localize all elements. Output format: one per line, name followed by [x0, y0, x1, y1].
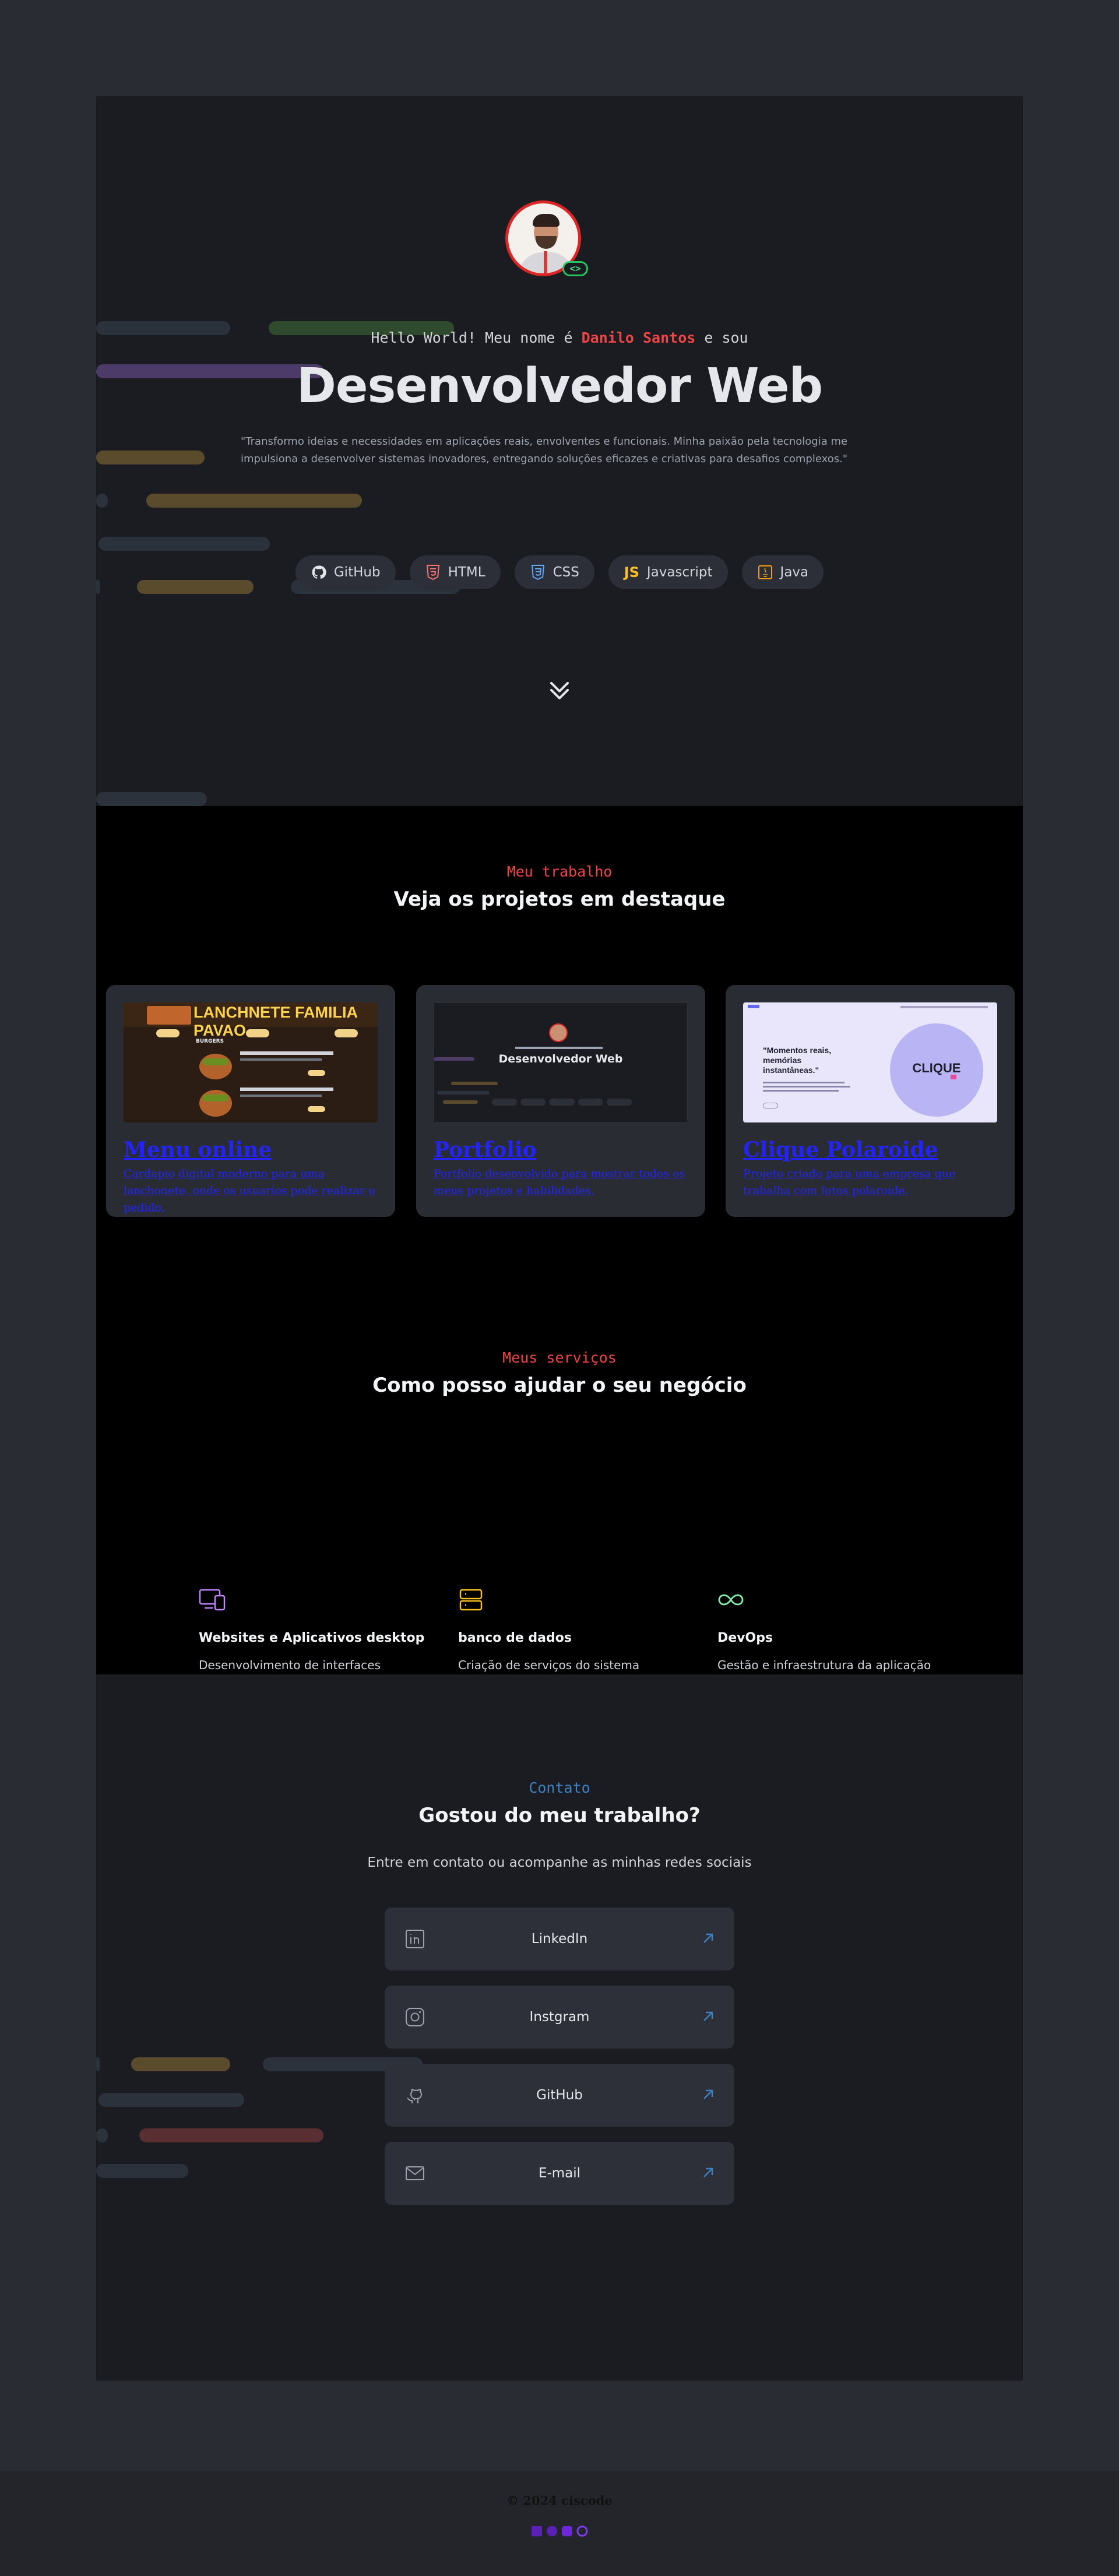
projects-heading: Veja os projetos em destaque [393, 888, 726, 911]
javascript-icon: JS [624, 564, 639, 580]
developer-name: Danilo Santos [581, 329, 696, 346]
contact-eyebrow: Contato [529, 1779, 590, 1796]
service-database: banco de dados Criação de serviços do si… [458, 1589, 691, 1672]
scroll-down-icon[interactable] [545, 675, 574, 705]
contact-github-button[interactable]: GitHub [385, 2064, 734, 2127]
external-arrow-icon [701, 1931, 716, 1946]
code-badge: <> [562, 261, 588, 276]
external-arrow-icon [701, 2165, 716, 2180]
tech-chips: GitHub HTML CSS JS Javascript Java [96, 555, 1023, 589]
thumb-clique-tagline: "Momentos reais, memórias instantâneas." [763, 1046, 832, 1075]
service-devops: DevOps Gestão e infraestrutura da aplica… [717, 1589, 951, 1672]
chip-javascript[interactable]: JS Javascript [608, 555, 728, 589]
service-title: banco de dados [458, 1631, 572, 1645]
contact-link-label: E-mail [538, 2166, 581, 2181]
footer-github-icon[interactable] [546, 2525, 558, 2538]
project-title[interactable]: Portfolio [434, 1138, 537, 1162]
contact-email-button[interactable]: E-mail [385, 2142, 734, 2205]
server-icon [458, 1589, 485, 1611]
greeting-suffix: e sou [695, 329, 748, 346]
chip-java[interactable]: Java [741, 555, 824, 589]
contact-link-label: Instgram [529, 2010, 590, 2025]
hero-section: <> Hello World! Meu nome é Danilo Santos… [96, 96, 1023, 806]
devices-icon [199, 1589, 226, 1611]
page-frame: <> Hello World! Meu nome é Danilo Santos… [96, 96, 1023, 2381]
project-title[interactable]: Menu online [124, 1138, 272, 1162]
footer-social-icons [0, 2525, 1119, 2538]
hero-quote: "Transformo ideias e necessidades em apl… [241, 435, 848, 465]
contact-heading: Gostou do meu trabalho? [418, 1804, 701, 1827]
project-card-portfolio[interactable]: Desenvolvedor Web Portfolio Portfolio de… [416, 985, 705, 1217]
hero-title: Desenvolvedor Web [296, 358, 823, 414]
projects-section: Meu trabalho Veja os projetos em destaqu… [96, 806, 1023, 1674]
service-websites: Websites e Aplicativos desktop Desenvolv… [199, 1589, 432, 1672]
external-arrow-icon [701, 2009, 716, 2024]
chip-label: Java [780, 565, 809, 580]
chip-label: Javascript [646, 565, 713, 580]
footer-copyright: © 2024 ciscode [506, 2493, 613, 2508]
infinity-icon [717, 1589, 744, 1611]
external-arrow-icon [701, 2087, 716, 2102]
contact-linkedin-button[interactable]: LinkedIn [385, 1908, 734, 1970]
project-description[interactable]: Portfolio desenvolvido para mostrar todo… [434, 1166, 690, 1199]
site-footer: © 2024 ciscode [0, 2471, 1119, 2576]
service-description: Desenvolvimento de interfaces [199, 1658, 381, 1672]
html5-icon [425, 564, 441, 580]
profile-avatar: <> [505, 200, 588, 280]
css3-icon [530, 564, 546, 580]
github-icon [311, 564, 327, 580]
hero-greeting: Hello World! Meu nome é Danilo Santos e … [96, 329, 1023, 346]
java-icon [757, 564, 773, 580]
services-eyebrow: Meus serviços [502, 1349, 617, 1366]
thumb-clique-brand: CLIQUE [912, 1061, 961, 1075]
chip-label: GitHub [333, 565, 381, 580]
footer-linkedin-icon[interactable] [530, 2525, 543, 2538]
contact-link-label: GitHub [536, 2088, 583, 2103]
chip-css[interactable]: CSS [514, 555, 594, 589]
service-title: Websites e Aplicativos desktop [199, 1631, 425, 1645]
services-heading: Como posso ajudar o seu negócio [372, 1374, 747, 1397]
contact-section: Contato Gostou do meu trabalho? Entre em… [96, 1674, 1023, 2381]
chip-github[interactable]: GitHub [295, 555, 396, 589]
chip-html[interactable]: HTML [409, 555, 501, 589]
service-title: DevOps [717, 1631, 773, 1645]
chip-label: HTML [448, 565, 485, 580]
project-thumbnail: LANCHNETE FAMILIA PAVAO BURGERS [124, 1002, 378, 1122]
footer-instagram-icon[interactable] [561, 2525, 573, 2538]
project-title[interactable]: Clique Polaroide [743, 1138, 938, 1162]
project-description[interactable]: Cardapio digital moderno para uma lancho… [124, 1166, 380, 1216]
greeting-text: Hello World! Meu nome é [371, 329, 582, 346]
service-description: Gestão e infraestrutura da aplicação [717, 1658, 931, 1672]
project-card-menu[interactable]: LANCHNETE FAMILIA PAVAO BURGERS Menu onl… [106, 985, 395, 1217]
project-description[interactable]: Projeto criado para uma empresa que trab… [743, 1166, 1000, 1199]
contact-link-label: LinkedIn [531, 1931, 588, 1947]
projects-eyebrow: Meu trabalho [506, 863, 613, 880]
contact-subtitle: Entre em contato ou acompanhe as minhas … [367, 1855, 752, 1870]
project-thumbnail: Desenvolvedor Web [434, 1002, 688, 1122]
project-card-clique[interactable]: "Momentos reais, memórias instantâneas."… [726, 985, 1015, 1217]
chip-label: CSS [553, 565, 579, 580]
service-description: Criação de serviços do sistema [458, 1658, 640, 1672]
thumb-menu-section: BURGERS [196, 1039, 224, 1044]
project-thumbnail: "Momentos reais, memórias instantâneas."… [743, 1002, 997, 1122]
footer-email-icon[interactable] [576, 2525, 589, 2538]
contact-instagram-button[interactable]: Instgram [385, 1986, 734, 2049]
